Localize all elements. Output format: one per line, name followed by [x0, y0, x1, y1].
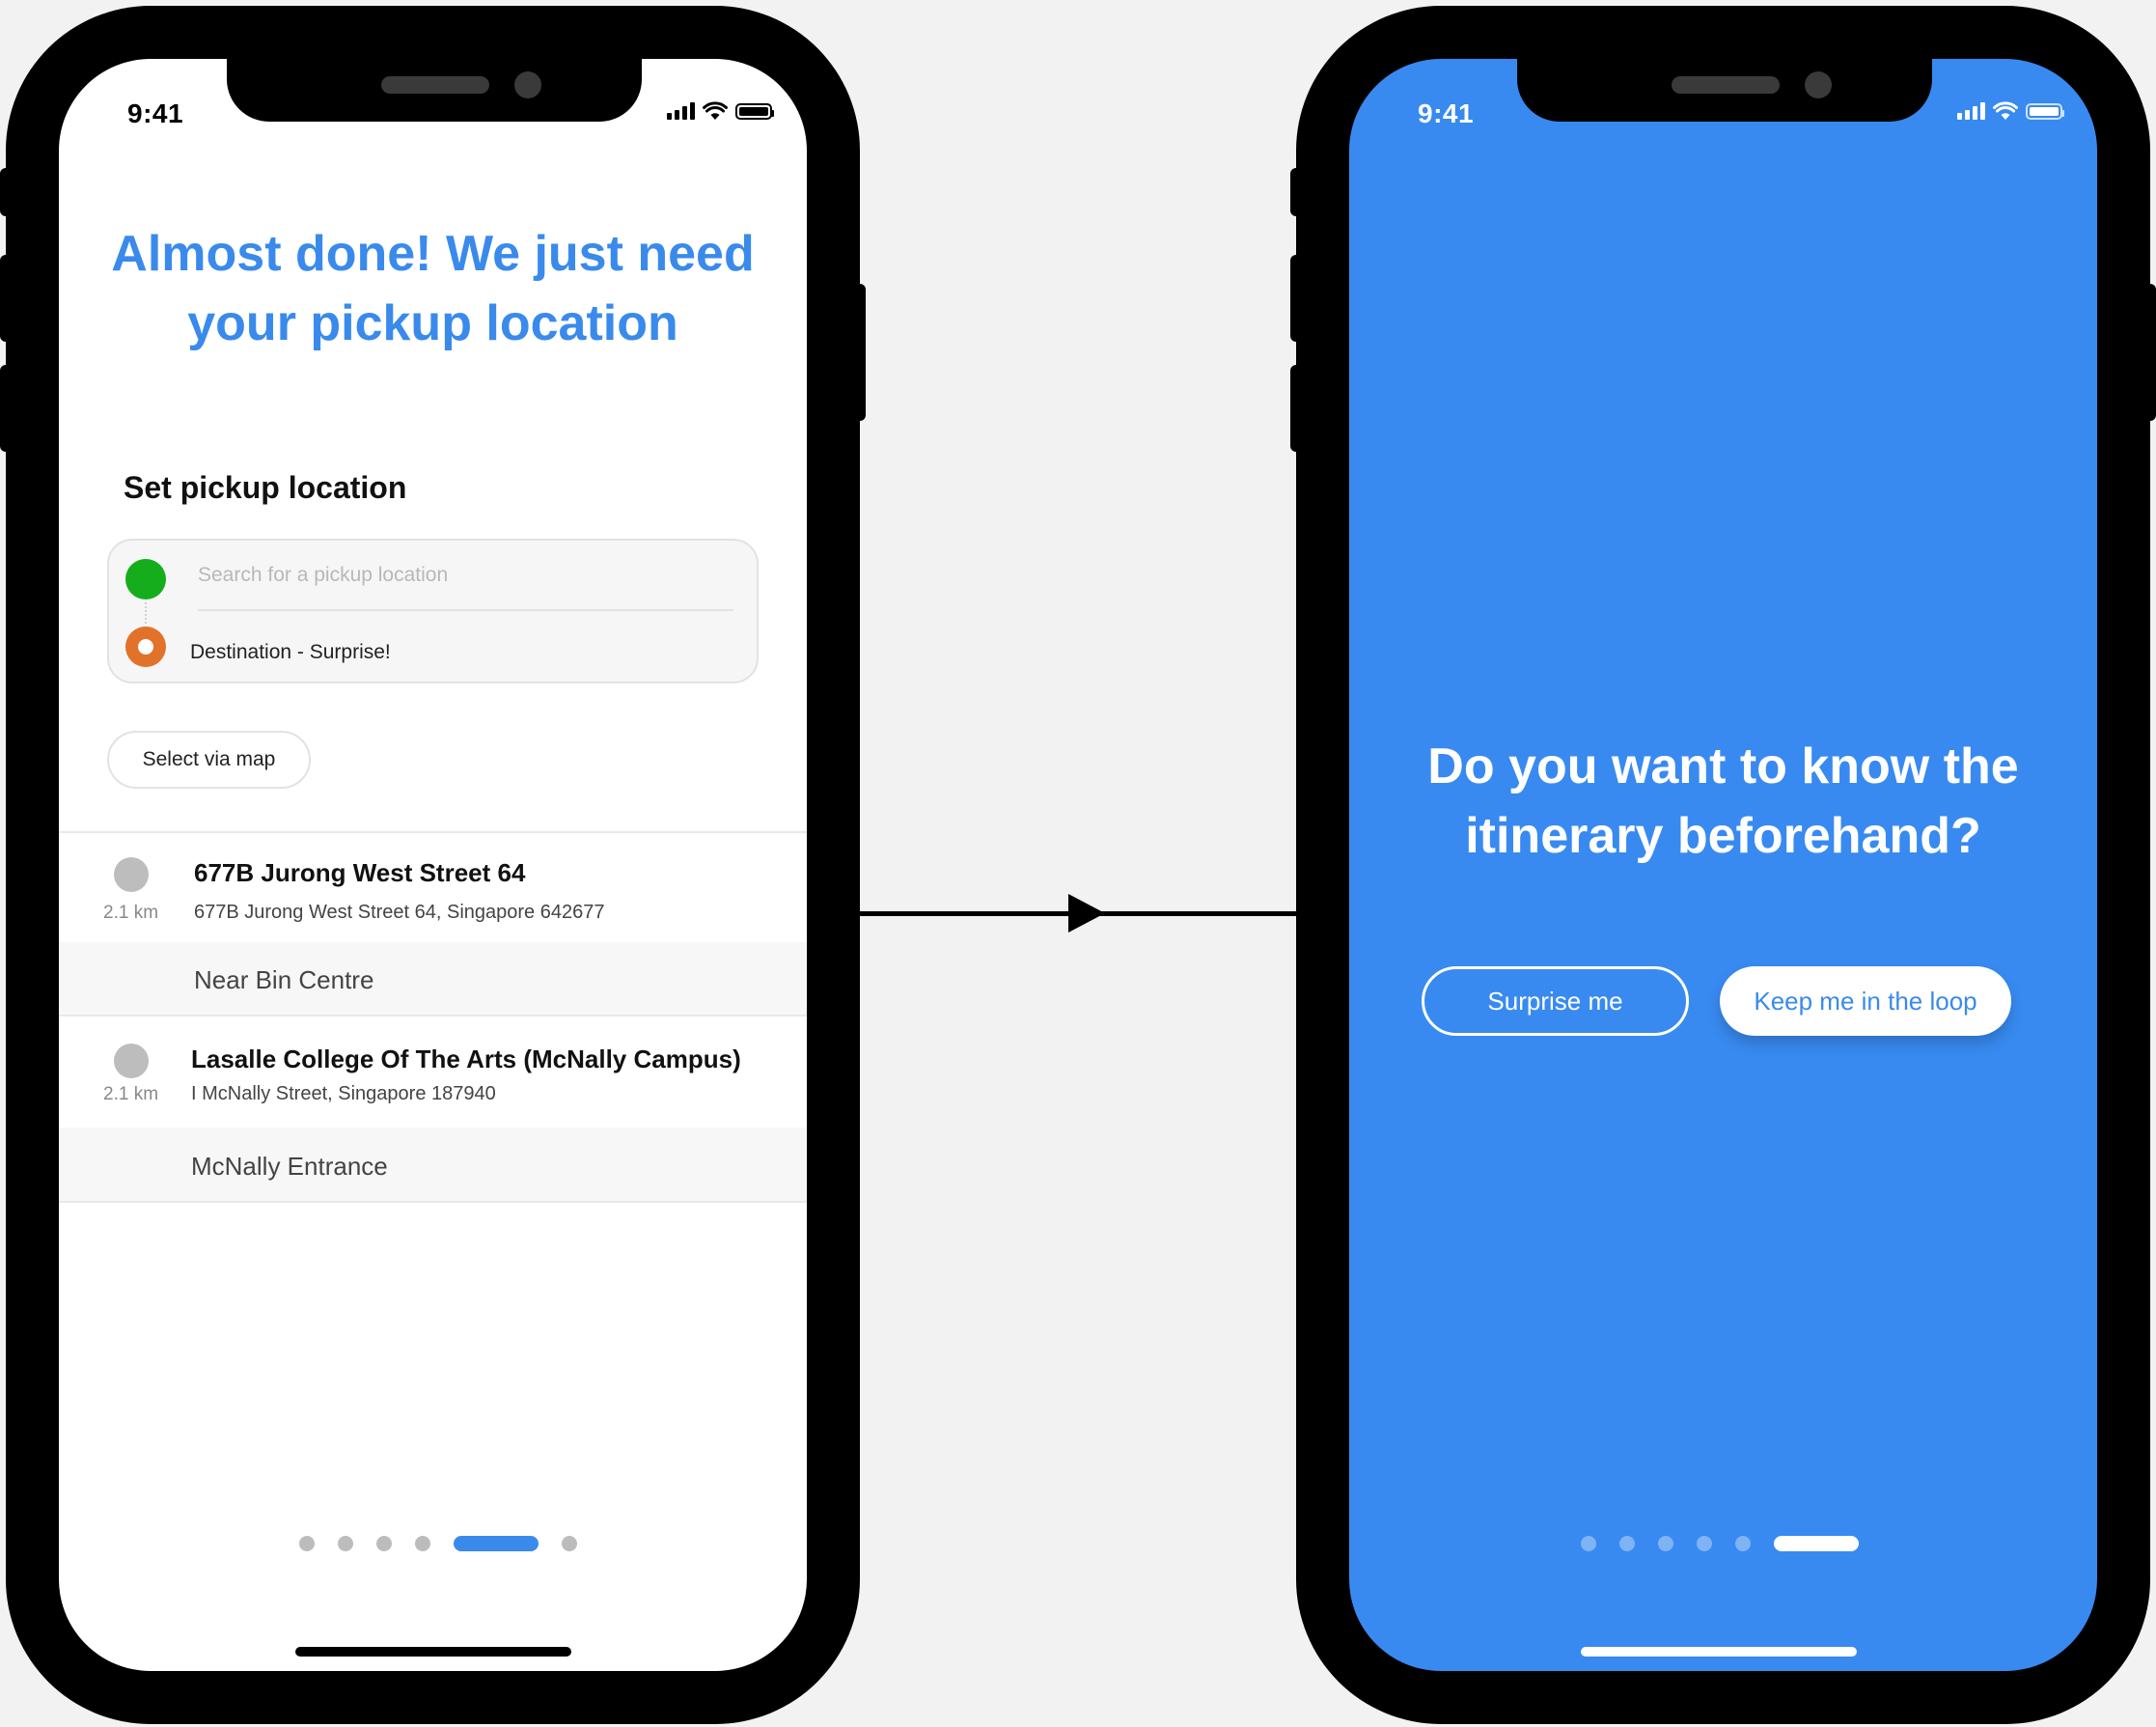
arrow-right-icon [1068, 894, 1105, 933]
location-pin-icon [114, 857, 149, 892]
page-dot [562, 1536, 577, 1551]
phone-volume-up-button [0, 255, 12, 342]
status-icons [1957, 101, 2064, 121]
location-address: I McNally Street, Singapore 187940 [191, 1083, 496, 1104]
phone-volume-down-button [1290, 365, 1302, 452]
location-name: Lasalle College Of The Arts (McNally Cam… [191, 1045, 741, 1073]
card-divider [198, 609, 733, 611]
page-dot [1697, 1536, 1712, 1551]
pickup-search-input[interactable] [198, 564, 719, 587]
pickup-location-card: Destination - Surprise! [107, 539, 759, 683]
surprise-me-button[interactable]: Surprise me [1422, 966, 1689, 1036]
front-camera [1805, 71, 1832, 98]
page-dot [415, 1536, 430, 1551]
pickup-screen: 9:41 Almost done! We just need your pick… [59, 59, 807, 1671]
location-name: 677B Jurong West Street 64 [194, 858, 526, 887]
destination-label[interactable]: Destination - Surprise! [190, 641, 391, 664]
location-result[interactable]: 677B Jurong West Street 64 2.1 km 677B J… [59, 833, 807, 942]
phone-frame-right: 9:41 Do you want to know the itinerary b… [1290, 6, 2156, 1724]
itinerary-question-screen: 9:41 Do you want to know the itinerary b… [1349, 59, 2097, 1671]
location-distance: 2.1 km [103, 1084, 159, 1104]
battery-icon [735, 102, 774, 120]
phone-power-button [854, 284, 866, 421]
phone-side-button [1290, 168, 1302, 216]
phone-frame-left: 9:41 Almost done! We just need your pick… [0, 6, 866, 1724]
wifi-icon [703, 101, 728, 120]
location-pin-icon [114, 1044, 149, 1078]
status-time: 9:41 [1418, 98, 1475, 128]
location-address: 677B Jurong West Street 64, Singapore 64… [194, 902, 605, 923]
location-result[interactable]: Lasalle College Of The Arts (McNally Cam… [59, 1017, 807, 1128]
sub-location-row[interactable]: McNally Entrance [59, 1128, 807, 1201]
keep-me-in-the-loop-button[interactable]: Keep me in the loop [1720, 966, 2011, 1036]
phone-side-button [0, 168, 12, 216]
page-dot [1735, 1536, 1751, 1551]
select-via-map-button[interactable]: Select via map [107, 731, 311, 789]
front-camera [514, 71, 541, 98]
page-dot [376, 1536, 392, 1551]
page-dot [1619, 1536, 1635, 1551]
speaker [1672, 76, 1780, 94]
location-distance: 2.1 km [103, 903, 159, 923]
status-icons [667, 101, 774, 121]
sub-location-label: McNally Entrance [191, 1152, 388, 1181]
itinerary-question: Do you want to know the itinerary before… [1427, 738, 2019, 864]
list-divider [59, 1201, 807, 1203]
notch [1517, 59, 1932, 122]
sub-location-label: Near Bin Centre [194, 965, 374, 994]
home-indicator [1581, 1647, 1857, 1657]
page-dot-active [1774, 1536, 1859, 1551]
page-headline: Almost done! We just need your pickup lo… [111, 226, 755, 351]
signal-icon [667, 102, 695, 120]
page-dot [299, 1536, 315, 1551]
page-indicator [1581, 1534, 1859, 1553]
section-title: Set pickup location [124, 470, 407, 505]
phone-power-button [2144, 284, 2156, 421]
sub-location-row[interactable]: Near Bin Centre [59, 942, 807, 1015]
page-dot [1658, 1536, 1673, 1551]
page-dot [1581, 1536, 1596, 1551]
battery-icon [2026, 102, 2064, 120]
page-dot-active [454, 1536, 539, 1551]
wifi-icon [1993, 101, 2018, 120]
page-dot [338, 1536, 353, 1551]
destination-dot-icon [125, 627, 166, 667]
status-time: 9:41 [127, 98, 184, 128]
phone-volume-up-button [1290, 255, 1302, 342]
signal-icon [1957, 102, 1985, 120]
phone-volume-down-button [0, 365, 12, 452]
pickup-dot-icon [125, 559, 166, 599]
route-connector-line [145, 602, 147, 624]
speaker [381, 76, 489, 94]
page-indicator [299, 1534, 577, 1553]
notch [227, 59, 642, 122]
home-indicator [295, 1647, 571, 1657]
